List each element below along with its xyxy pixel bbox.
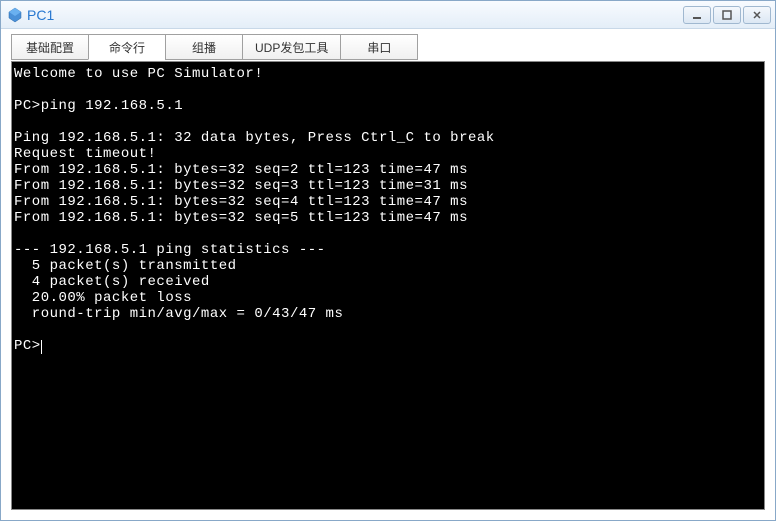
tab-serial[interactable]: 串口 [340, 34, 418, 60]
window-title: PC1 [27, 7, 683, 23]
terminal-line: Request timeout! [14, 146, 156, 162]
close-button[interactable] [743, 6, 771, 24]
terminal-line: From 192.168.5.1: bytes=32 seq=4 ttl=123… [14, 194, 468, 210]
terminal-prompt: PC> [14, 338, 41, 354]
titlebar: PC1 [1, 1, 775, 29]
app-window: PC1 基础配置 命令行 组播 UDP发包工具 串口 Welcome to us… [0, 0, 776, 521]
terminal-line: 5 packet(s) transmitted [14, 258, 237, 274]
terminal-line: From 192.168.5.1: bytes=32 seq=5 ttl=123… [14, 210, 468, 226]
terminal-line: 4 packet(s) received [14, 274, 210, 290]
terminal-line: Ping 192.168.5.1: 32 data bytes, Press C… [14, 130, 495, 146]
terminal-line: From 192.168.5.1: bytes=32 seq=3 ttl=123… [14, 178, 468, 194]
terminal-line: round-trip min/avg/max = 0/43/47 ms [14, 306, 343, 322]
tab-basic-config[interactable]: 基础配置 [11, 34, 89, 60]
terminal-container: Welcome to use PC Simulator! PC>ping 192… [1, 61, 775, 520]
terminal[interactable]: Welcome to use PC Simulator! PC>ping 192… [11, 61, 765, 510]
tab-command-line[interactable]: 命令行 [88, 34, 166, 60]
tab-multicast[interactable]: 组播 [165, 34, 243, 60]
terminal-cursor [41, 340, 42, 354]
window-controls [683, 6, 771, 24]
terminal-line: PC>ping 192.168.5.1 [14, 98, 183, 114]
terminal-line: Welcome to use PC Simulator! [14, 66, 263, 82]
terminal-line: --- 192.168.5.1 ping statistics --- [14, 242, 326, 258]
maximize-button[interactable] [713, 6, 741, 24]
minimize-button[interactable] [683, 6, 711, 24]
app-icon [7, 7, 23, 23]
tab-bar: 基础配置 命令行 组播 UDP发包工具 串口 [1, 29, 775, 61]
terminal-line: 20.00% packet loss [14, 290, 192, 306]
tab-udp-tool[interactable]: UDP发包工具 [242, 34, 341, 60]
terminal-line: From 192.168.5.1: bytes=32 seq=2 ttl=123… [14, 162, 468, 178]
